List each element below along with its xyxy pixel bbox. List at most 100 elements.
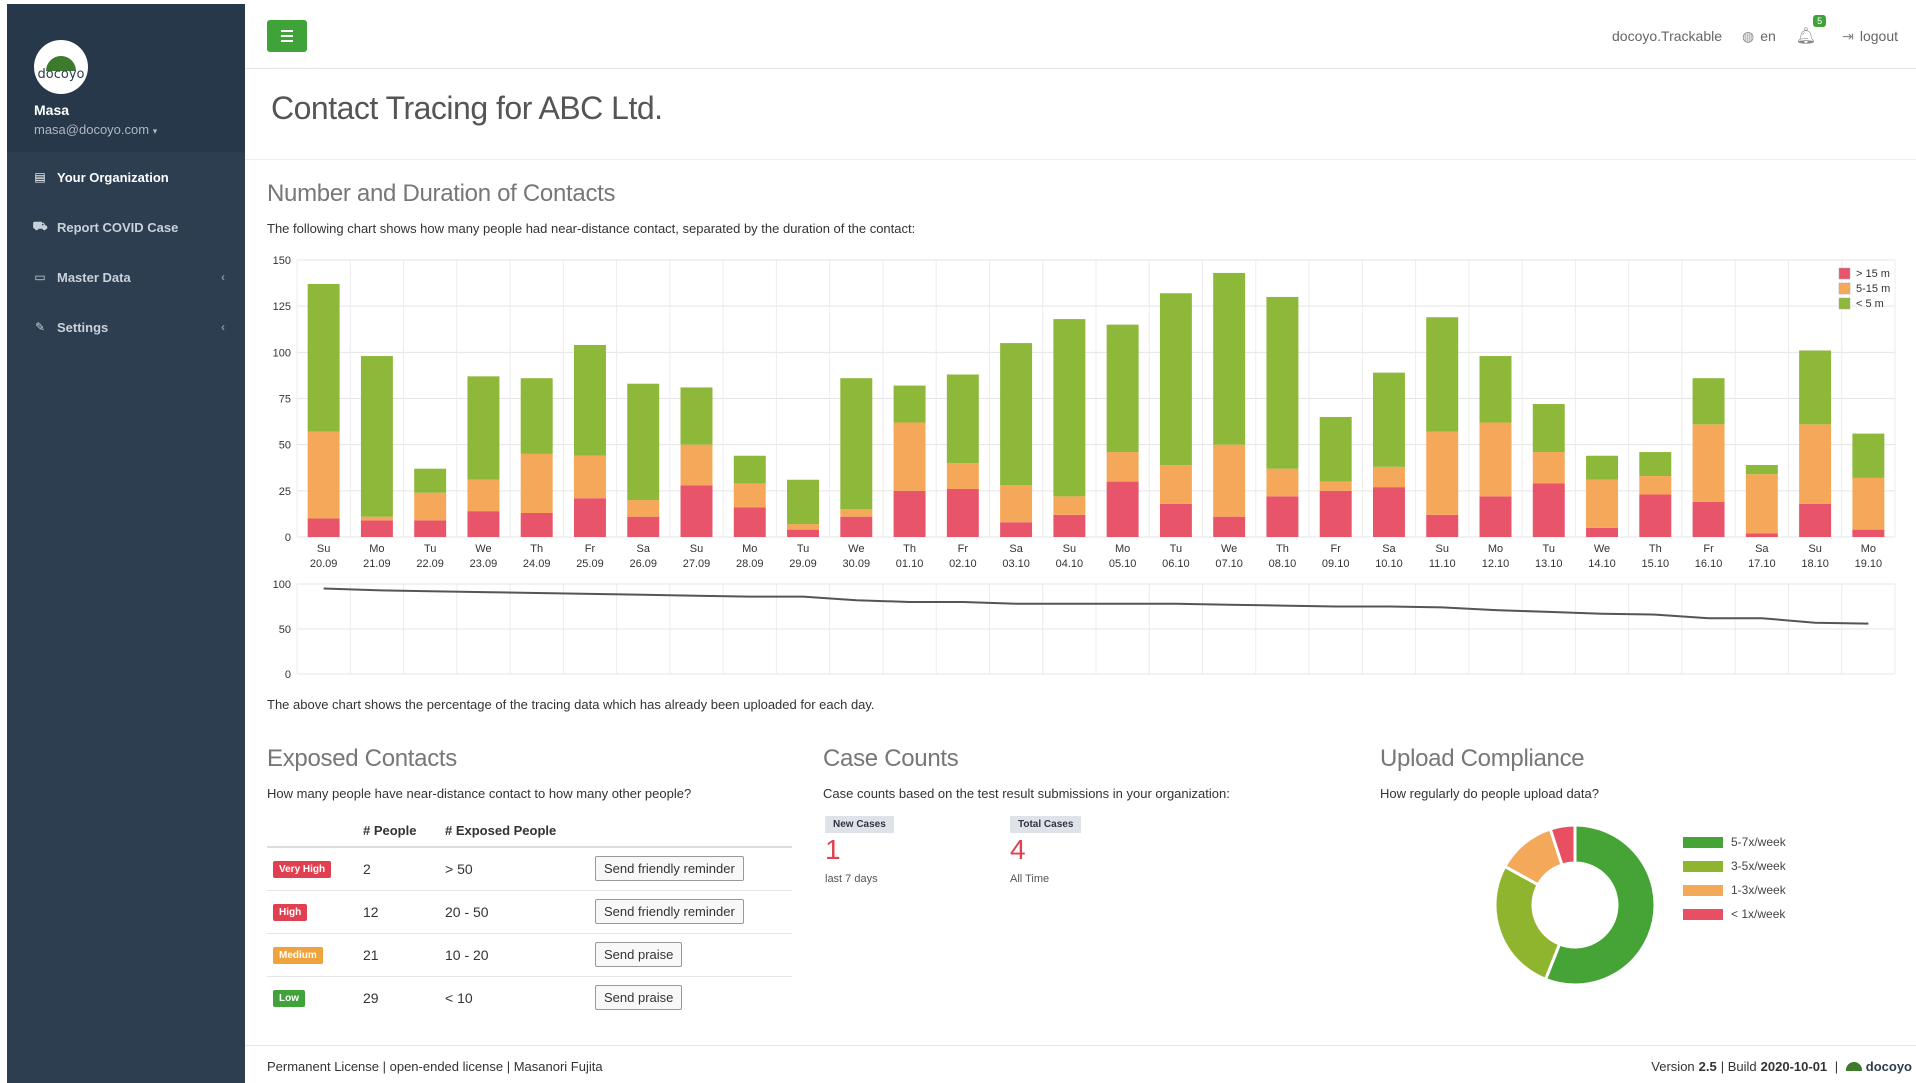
bar-segment bbox=[1745, 464, 1778, 475]
level-badge: Medium bbox=[273, 947, 323, 964]
x-tick-date: 17.10 bbox=[1748, 558, 1776, 570]
x-tick-day: Mo bbox=[369, 543, 384, 555]
legend-swatch bbox=[1683, 860, 1723, 872]
language-selector[interactable]: ◍ en bbox=[1742, 28, 1776, 45]
notifications-bell[interactable]: 🔔︎ 5 bbox=[1796, 15, 1827, 46]
people-cell: 29 bbox=[357, 975, 439, 1019]
bar-segment bbox=[680, 444, 713, 486]
legend-swatch bbox=[1838, 267, 1851, 280]
sidebar-item-master-data[interactable]: ▭ Master Data ‹ bbox=[7, 252, 245, 302]
hamburger-menu-button[interactable] bbox=[267, 20, 307, 52]
action-cell: Send praise bbox=[589, 932, 792, 976]
bar-segment bbox=[360, 356, 393, 517]
sidebar-item-report-covid-case[interactable]: ⛟ Report COVID Case bbox=[7, 202, 245, 252]
upload-chart-note: The above chart shows the percentage of … bbox=[267, 697, 875, 712]
bar-segment bbox=[627, 383, 660, 501]
bar-segment bbox=[1000, 343, 1033, 486]
sidebar-item-your-organization[interactable]: ▤ Your Organization bbox=[7, 152, 245, 202]
bar-segment bbox=[414, 520, 447, 537]
level-cell: High bbox=[267, 889, 357, 933]
bar-segment bbox=[1000, 485, 1033, 523]
bar-segment bbox=[1479, 496, 1512, 537]
sidebar-item-label: Your Organization bbox=[57, 169, 169, 185]
exposed-cell: > 50 bbox=[439, 846, 589, 890]
bar-segment bbox=[520, 378, 553, 454]
x-tick-date: 07.10 bbox=[1215, 558, 1243, 570]
bar-segment bbox=[1266, 496, 1299, 537]
legend-label: 5-15 m bbox=[1856, 283, 1890, 295]
app-window: docoyo Masa masa@docoyo.com ▾ ▤ Your Org… bbox=[0, 0, 1916, 1083]
sidebar-item-settings[interactable]: ✎ Settings ‹ bbox=[7, 302, 245, 352]
x-tick-date: 28.09 bbox=[736, 558, 764, 570]
bar-segment bbox=[1852, 477, 1885, 530]
legend-swatch bbox=[1683, 836, 1723, 848]
bar-segment bbox=[1426, 431, 1459, 515]
bar-segment bbox=[840, 509, 873, 517]
legend-label: 5-7x/week bbox=[1731, 835, 1786, 849]
x-tick-date: 13.10 bbox=[1535, 558, 1563, 570]
legend-swatch bbox=[1838, 297, 1851, 310]
building-icon: ▤ bbox=[34, 170, 46, 184]
top-right-actions: docoyo.Trackable ◍ en 🔔︎ 5 ⇥ logout bbox=[1612, 15, 1898, 46]
x-tick-date: 23.09 bbox=[470, 558, 498, 570]
app-name-link[interactable]: docoyo.Trackable bbox=[1612, 28, 1722, 44]
bar-segment bbox=[733, 455, 766, 484]
legend-label: < 5 m bbox=[1856, 298, 1884, 310]
bar-segment bbox=[1532, 404, 1565, 453]
docoyo-logo[interactable]: docoyo bbox=[34, 40, 88, 94]
bar-segment bbox=[946, 488, 979, 537]
sign-out-icon: ⇥ bbox=[1842, 27, 1854, 44]
sidebar-item-label: Report COVID Case bbox=[57, 219, 179, 235]
bar-segment bbox=[840, 516, 873, 537]
x-tick-date: 29.09 bbox=[789, 558, 817, 570]
user-email-dropdown[interactable]: masa@docoyo.com ▾ bbox=[34, 122, 157, 137]
logout-link[interactable]: ⇥ logout bbox=[1842, 28, 1898, 45]
send-praise-button[interactable]: Send praise bbox=[595, 942, 683, 967]
x-tick-day: Tu bbox=[1543, 543, 1555, 555]
x-tick-date: 09.10 bbox=[1322, 558, 1350, 570]
legend-swatch bbox=[1683, 908, 1723, 920]
bar-segment bbox=[307, 431, 340, 519]
level-cell: Very High bbox=[267, 846, 357, 890]
x-tick-day: Tu bbox=[797, 543, 809, 555]
legend-item: 5-7x/week bbox=[1683, 830, 1786, 854]
license-text: Permanent License | open-ended license |… bbox=[267, 1059, 603, 1074]
x-tick-day: Sa bbox=[1009, 543, 1023, 555]
bar-segment bbox=[1692, 501, 1725, 537]
contacts-description: The following chart shows how many peopl… bbox=[267, 221, 916, 236]
x-tick-day: We bbox=[848, 543, 864, 555]
level-badge: Low bbox=[273, 990, 305, 1008]
send-reminder-button[interactable]: Send friendly reminder bbox=[595, 856, 744, 882]
legend-swatch bbox=[1683, 884, 1723, 896]
contacts-bar-chart: 0 25 50 75 100 125 150 Su 20.09 Mo 21.09 Tu 22.09 We 2… bbox=[273, 255, 1896, 681]
y-tick-label: 50 bbox=[279, 624, 291, 636]
exposed-description: How many people have near-distance conta… bbox=[267, 786, 692, 801]
bar-segment bbox=[893, 385, 926, 423]
bar-segment bbox=[1799, 424, 1832, 504]
user-name: Masa bbox=[34, 102, 70, 118]
x-tick-date: 27.09 bbox=[683, 558, 711, 570]
logout-label: logout bbox=[1859, 28, 1898, 44]
bar-segment bbox=[1745, 474, 1778, 534]
bar-segment bbox=[1586, 455, 1619, 480]
hamburger-icon-line bbox=[281, 35, 293, 37]
x-tick-day: Su bbox=[1808, 543, 1821, 555]
language-label: en bbox=[1760, 28, 1776, 44]
bar-segment bbox=[787, 529, 820, 537]
new-cases-value: 1 bbox=[825, 834, 841, 865]
x-tick-day: Tu bbox=[424, 543, 436, 555]
bar-segment bbox=[1159, 293, 1192, 465]
send-reminder-button[interactable]: Send friendly reminder bbox=[595, 899, 744, 924]
x-tick-date: 11.10 bbox=[1429, 558, 1456, 570]
send-praise-button[interactable]: Send praise bbox=[595, 985, 683, 1011]
build-date: 2020-10-01 bbox=[1760, 1059, 1828, 1074]
x-tick-day: Sa bbox=[1755, 543, 1769, 555]
bar-segment bbox=[1586, 527, 1619, 537]
x-tick-date: 21.09 bbox=[363, 558, 391, 570]
x-tick-day: We bbox=[1594, 543, 1610, 555]
bar-segment bbox=[467, 479, 500, 512]
page-title: Contact Tracing for ABC Ltd. bbox=[271, 90, 663, 126]
bar-segment bbox=[307, 284, 340, 432]
x-tick-date: 08.10 bbox=[1269, 558, 1297, 570]
x-tick-day: Th bbox=[530, 543, 543, 555]
